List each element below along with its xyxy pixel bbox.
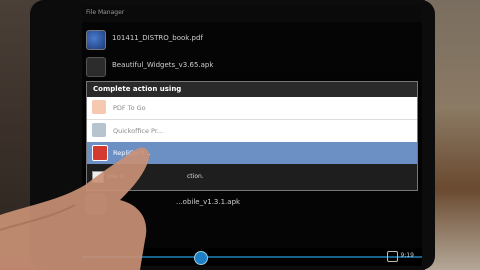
quickoffice-icon	[92, 123, 106, 137]
dialog-title-bar: Complete action using	[87, 82, 417, 97]
use-by-default-label-tail: ction.	[187, 173, 204, 180]
use-by-default-label: Use b	[107, 173, 124, 180]
option-quickoffice[interactable]: Quickoffice Pr...	[87, 120, 417, 143]
file-name: ...obile_v1.3.1.apk	[176, 198, 241, 206]
system-bar: 9:19	[82, 248, 422, 266]
notification-icon[interactable]	[387, 251, 398, 262]
option-label: PDF To Go	[113, 104, 146, 112]
complete-action-dialog: Complete action using PDF To Go Quickoff…	[86, 81, 418, 191]
app-title: File Manager	[86, 9, 125, 16]
tablet-screen: File Manager 101411_DISTRO_book.pdf Beau…	[82, 6, 422, 266]
photo-scene: File Manager 101411_DISTRO_book.pdf Beau…	[0, 0, 480, 270]
use-by-default-checkbox[interactable]	[92, 171, 104, 183]
file-list-item[interactable]: 101411_DISTRO_book.pdf	[86, 28, 416, 50]
tablet-bezel: File Manager 101411_DISTRO_book.pdf Beau…	[30, 0, 435, 270]
pdf-to-go-icon	[92, 100, 106, 114]
option-repligo[interactable]: RepliGo R...	[87, 142, 417, 165]
app-title-bar: File Manager	[82, 6, 422, 22]
option-label: Quickoffice Pr...	[113, 127, 164, 135]
pdf-icon	[86, 30, 106, 50]
system-bar-line	[82, 256, 422, 258]
dialog-title: Complete action using	[93, 85, 182, 93]
file-list-item[interactable]: Beautiful_Widgets_v3.65.apk	[86, 55, 416, 77]
dialog-footer: Use b ction.	[87, 164, 417, 190]
apk-icon	[86, 194, 106, 214]
repligo-icon	[92, 145, 108, 161]
file-list-item[interactable]: ...obile_v1.3.1.apk	[86, 192, 416, 214]
file-name: Beautiful_Widgets_v3.65.apk	[112, 61, 214, 69]
home-button-icon[interactable]	[194, 251, 208, 265]
clock: 9:19	[400, 252, 414, 259]
apk-icon	[86, 57, 106, 77]
file-name: 101411_DISTRO_book.pdf	[112, 34, 203, 42]
option-pdf-to-go[interactable]: PDF To Go	[87, 97, 417, 120]
option-label: RepliGo R...	[113, 149, 151, 157]
